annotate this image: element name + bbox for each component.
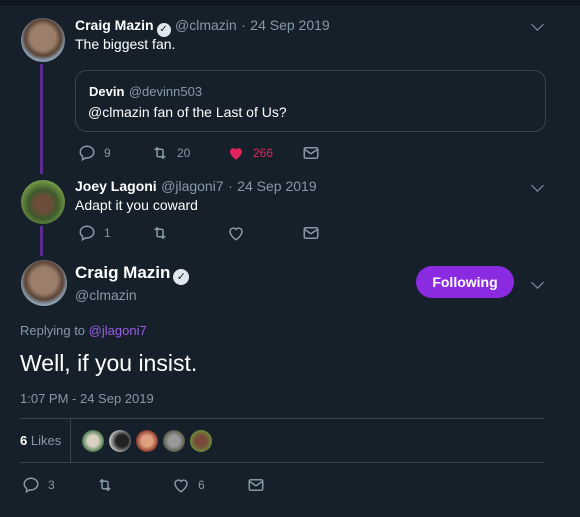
avatar[interactable] [21, 18, 65, 62]
envelope-icon [248, 479, 264, 491]
dm-button[interactable] [247, 476, 273, 494]
reply-button[interactable]: 1 [78, 224, 111, 242]
display-name[interactable]: Joey Lagoni [75, 178, 157, 194]
envelope-icon [303, 227, 319, 239]
thread-line [40, 226, 43, 256]
like-button[interactable]: 6 [172, 476, 205, 494]
likes-summary[interactable]: 6 Likes [20, 433, 61, 448]
avatar[interactable] [21, 180, 65, 224]
liker-avatar[interactable] [163, 430, 185, 452]
like-count: 266 [253, 146, 274, 160]
replying-handle-link[interactable]: @jlagoni7 [89, 323, 147, 338]
handle[interactable]: @clmazin [75, 287, 137, 303]
reply-icon [23, 477, 39, 494]
divider [70, 419, 71, 462]
quoted-handle: @devinn503 [128, 84, 203, 99]
dm-button[interactable] [302, 224, 328, 242]
avatar[interactable] [21, 260, 67, 306]
date[interactable]: 24 Sep 2019 [250, 17, 329, 33]
top-bar [0, 0, 580, 7]
quoted-name: Devin [89, 84, 125, 99]
retweet-button[interactable]: 20 [151, 144, 190, 162]
liker-avatar[interactable] [190, 430, 212, 452]
thread-line [40, 64, 43, 174]
verified-badge-icon: ✓ [156, 23, 171, 37]
retweet-icon [154, 146, 166, 160]
heart-icon [174, 479, 188, 493]
retweet-icon [154, 226, 166, 240]
liker-avatar[interactable] [136, 430, 158, 452]
main-tweet-text: Well, if you insist. [20, 350, 198, 376]
like-button[interactable]: 266 [227, 144, 273, 162]
timestamp[interactable]: 1:07 PM - 24 Sep 2019 [20, 391, 154, 406]
display-name[interactable]: Craig Mazin [75, 263, 170, 282]
likes-label: Likes [30, 433, 62, 448]
replying-prefix: Replying to [20, 323, 86, 338]
replying-to: Replying to @jlagoni7 [20, 323, 147, 338]
display-name[interactable]: Craig Mazin [75, 17, 154, 33]
liker-avatar[interactable] [82, 430, 104, 452]
chevron-down-icon[interactable] [531, 179, 544, 192]
reply-count: 3 [48, 478, 55, 492]
quoted-text: @clmazin fan of the Last of Us? [88, 104, 287, 120]
reply-count: 1 [104, 226, 111, 240]
quoted-tweet[interactable]: Devin @devinn503 @clmazin fan of the Las… [75, 70, 546, 132]
retweet-count: 20 [177, 146, 191, 160]
liker-avatar[interactable] [109, 430, 131, 452]
reply-button[interactable]: 9 [78, 144, 111, 162]
separator: · [228, 178, 233, 194]
retweet-button[interactable] [151, 224, 177, 242]
reply-icon [79, 145, 95, 162]
likes-count: 6 [20, 433, 28, 448]
handle[interactable]: @clmazin [175, 17, 237, 33]
like-button[interactable] [227, 224, 253, 242]
date[interactable]: 24 Sep 2019 [237, 178, 316, 194]
handle[interactable]: @jlagoni7 [161, 178, 223, 194]
like-count: 6 [198, 478, 205, 492]
separator: · [241, 17, 246, 33]
tweet-header: Joey Lagoni @jlagoni7 · 24 Sep 2019 [75, 178, 317, 196]
divider [20, 462, 545, 463]
reply-icon [79, 225, 95, 242]
retweet-button[interactable] [96, 476, 122, 494]
chevron-down-icon[interactable] [531, 18, 544, 31]
heart-icon [229, 227, 243, 241]
tweet-text: Adapt it you coward [75, 197, 198, 213]
following-button[interactable]: Following [416, 266, 514, 298]
verified-badge-icon: ✓ [173, 269, 190, 285]
chevron-down-icon[interactable] [531, 276, 544, 289]
tweet-header: Craig Mazin ✓ @clmazin · 24 Sep 2019 [75, 17, 330, 37]
reply-count: 9 [104, 146, 111, 160]
heart-icon [230, 148, 242, 160]
divider [20, 418, 545, 419]
reply-button[interactable]: 3 [22, 476, 55, 494]
envelope-icon [303, 147, 319, 159]
retweet-icon [99, 478, 111, 492]
dm-button[interactable] [302, 144, 328, 162]
tweet-text: The biggest fan. [75, 36, 176, 52]
